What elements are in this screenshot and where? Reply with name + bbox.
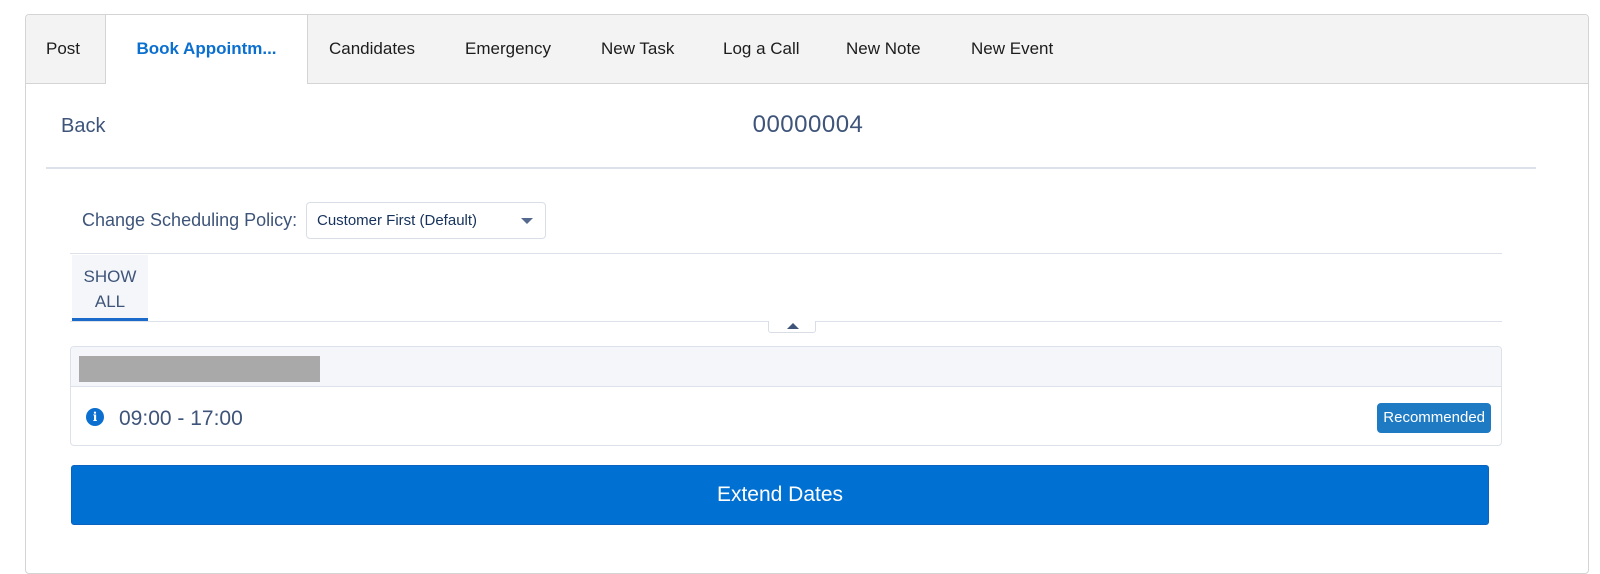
extend-dates-button[interactable]: Extend Dates — [71, 465, 1489, 525]
tab-bar: Post Book Appointm... Candidates Emergen… — [26, 15, 1588, 84]
scheduling-policy-value: Customer First (Default) — [317, 212, 478, 229]
time-slot-row[interactable]: i 09:00 - 17:00 Recommended — [71, 387, 1501, 445]
show-all-label-line2: ALL — [94, 292, 126, 311]
tab-new-event[interactable]: New Event — [971, 15, 1053, 83]
scheduling-policy-label: Change Scheduling Policy: — [82, 210, 298, 230]
header-divider — [46, 167, 1536, 169]
tab-log-a-call[interactable]: Log a Call — [723, 15, 800, 83]
tab-emergency[interactable]: Emergency — [465, 15, 551, 83]
record-number: 00000004 — [752, 111, 864, 138]
scheduling-policy-select[interactable]: Customer First (Default) — [306, 202, 546, 239]
slot-group-header — [71, 347, 1501, 387]
chevron-up-icon — [787, 323, 799, 329]
slot-group: i 09:00 - 17:00 Recommended — [70, 346, 1502, 446]
tab-new-note[interactable]: New Note — [846, 15, 921, 83]
tab-book-appointment[interactable]: Book Appointm... — [105, 15, 308, 84]
tab-new-task[interactable]: New Task — [601, 15, 674, 83]
redacted-date-label — [79, 356, 320, 382]
time-slot-range: 09:00 - 17:00 — [119, 407, 243, 430]
collapse-filter-button[interactable] — [768, 321, 816, 333]
show-all-label-line1: SHOW — [83, 267, 137, 286]
chevron-down-icon — [521, 218, 533, 224]
filter-divider-top — [70, 253, 1502, 254]
tab-post[interactable]: Post — [46, 15, 80, 83]
info-icon[interactable]: i — [86, 408, 104, 426]
recommended-badge: Recommended — [1377, 403, 1491, 433]
show-all-tab[interactable]: SHOW ALL — [72, 255, 148, 321]
book-appointment-card: Post Book Appointm... Candidates Emergen… — [25, 14, 1589, 574]
tab-candidates[interactable]: Candidates — [329, 15, 415, 83]
